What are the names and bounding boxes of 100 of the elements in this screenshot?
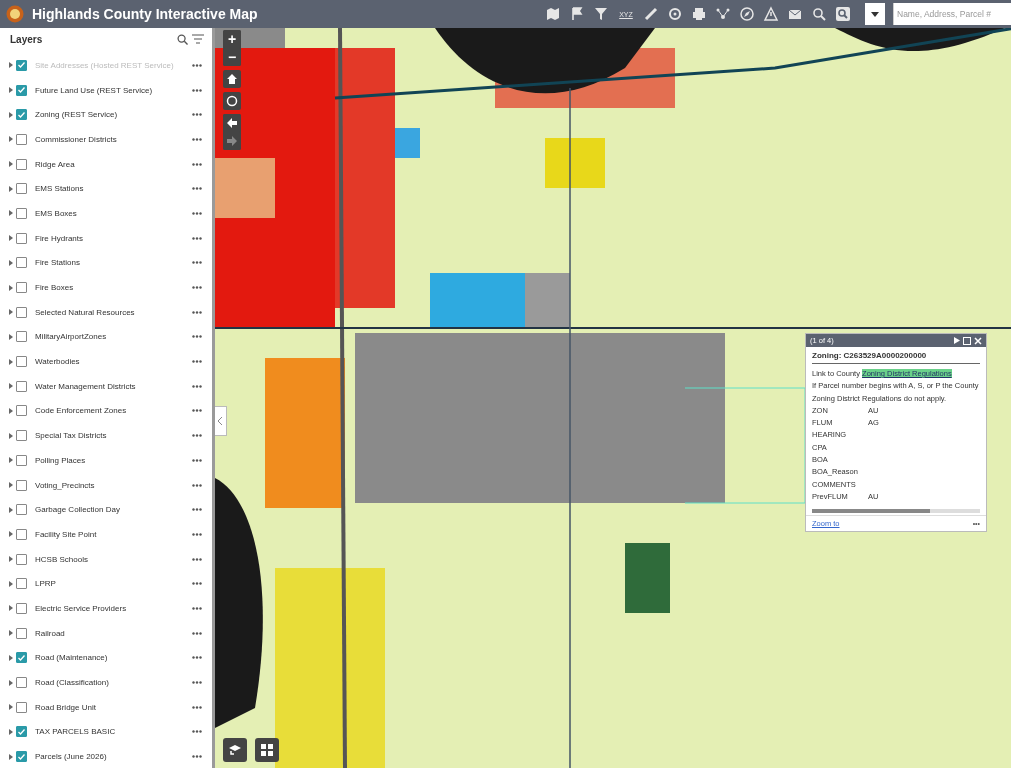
grid-button[interactable] [255, 738, 279, 762]
close-button[interactable] [974, 336, 982, 345]
expand-caret-icon[interactable] [9, 482, 13, 489]
more-options-icon[interactable] [192, 508, 202, 512]
layer-checkbox[interactable] [16, 454, 27, 466]
layer-checkbox[interactable] [16, 430, 27, 442]
layer-checkbox[interactable] [16, 331, 27, 343]
more-options-icon[interactable] [192, 236, 202, 240]
home-button[interactable] [223, 70, 241, 88]
expand-caret-icon[interactable] [9, 161, 13, 168]
expand-caret-icon[interactable] [9, 87, 13, 94]
more-options-icon[interactable] [192, 730, 202, 734]
expand-caret-icon[interactable] [9, 210, 13, 217]
expand-caret-icon[interactable] [9, 259, 13, 266]
more-options-icon[interactable] [192, 483, 202, 487]
layer-checkbox[interactable] [16, 405, 27, 417]
expand-caret-icon[interactable] [9, 309, 13, 316]
expand-caret-icon[interactable] [9, 654, 13, 661]
layer-checkbox[interactable] [16, 158, 27, 170]
more-options-icon[interactable] [192, 532, 202, 536]
expand-caret-icon[interactable] [9, 506, 13, 513]
expand-caret-icon[interactable] [9, 284, 13, 291]
layer-checkbox[interactable] [16, 183, 27, 195]
expand-caret-icon[interactable] [9, 580, 13, 587]
basemap-button[interactable] [223, 738, 247, 762]
expand-caret-icon[interactable] [9, 531, 13, 538]
expand-caret-icon[interactable] [9, 383, 13, 390]
layer-checkbox[interactable] [16, 627, 27, 639]
layer-checkbox[interactable] [16, 380, 27, 392]
layer-checkbox[interactable] [16, 602, 27, 614]
more-options-icon[interactable] [192, 458, 202, 462]
maximize-button[interactable] [963, 336, 971, 345]
expand-caret-icon[interactable] [9, 358, 13, 365]
more-options-icon[interactable] [192, 137, 202, 141]
layer-checkbox[interactable] [16, 84, 27, 96]
layer-checkbox[interactable] [16, 207, 27, 219]
layer-checkbox[interactable] [16, 282, 27, 294]
layer-checkbox[interactable] [16, 578, 27, 590]
more-options-icon[interactable] [192, 310, 202, 314]
expand-caret-icon[interactable] [9, 630, 13, 637]
layer-checkbox[interactable] [16, 726, 27, 738]
search-field[interactable]: Name, Address, Parcel # [893, 3, 1011, 25]
more-options-icon[interactable] [192, 360, 202, 364]
expand-caret-icon[interactable] [9, 605, 13, 612]
expand-caret-icon[interactable] [9, 432, 13, 439]
expand-caret-icon[interactable] [9, 753, 13, 760]
search-icon[interactable] [833, 4, 853, 24]
layer-checkbox[interactable] [16, 504, 27, 516]
alert-icon[interactable] [761, 4, 781, 24]
layer-checkbox[interactable] [16, 553, 27, 565]
layer-checkbox[interactable] [16, 257, 27, 269]
more-options-icon[interactable] [192, 656, 202, 660]
layer-checkbox[interactable] [16, 701, 27, 713]
more-options-icon[interactable] [192, 261, 202, 265]
expand-caret-icon[interactable] [9, 679, 13, 686]
more-options-icon[interactable] [192, 681, 202, 685]
more-options-icon[interactable] [192, 88, 202, 92]
expand-caret-icon[interactable] [9, 407, 13, 414]
more-options-icon[interactable] [192, 63, 202, 67]
layer-checkbox[interactable] [16, 133, 27, 145]
expand-caret-icon[interactable] [9, 111, 13, 118]
layer-checkbox[interactable] [16, 356, 27, 368]
expand-caret-icon[interactable] [9, 235, 13, 242]
more-options-icon[interactable] [192, 409, 202, 413]
search-icon[interactable] [177, 34, 188, 45]
layer-checkbox[interactable] [16, 751, 27, 763]
dropdown-button[interactable] [865, 3, 885, 25]
expand-caret-icon[interactable] [9, 457, 13, 464]
layer-checkbox[interactable] [16, 528, 27, 540]
collapse-panel-button[interactable] [215, 406, 227, 436]
compass-icon[interactable] [737, 4, 757, 24]
expand-caret-icon[interactable] [9, 728, 13, 735]
more-options-icon[interactable] [192, 113, 202, 117]
layer-checkbox[interactable] [16, 652, 27, 664]
layer-checkbox[interactable] [16, 109, 27, 121]
expand-caret-icon[interactable] [9, 704, 13, 711]
more-options-icon[interactable] [192, 335, 202, 339]
more-options-icon[interactable] [192, 286, 202, 290]
expand-caret-icon[interactable] [9, 556, 13, 563]
layer-checkbox[interactable] [16, 677, 27, 689]
locate-button[interactable] [223, 92, 241, 110]
more-options-icon[interactable] [192, 631, 202, 635]
next-button[interactable] [954, 337, 960, 344]
more-options-icon[interactable] [192, 162, 202, 166]
more-options-icon[interactable] [192, 582, 202, 586]
more-options-icon[interactable] [192, 705, 202, 709]
layer-checkbox[interactable] [16, 479, 27, 491]
more-options-icon[interactable] [192, 211, 202, 215]
more-options-icon[interactable] [192, 384, 202, 388]
expand-caret-icon[interactable] [9, 62, 13, 69]
expand-caret-icon[interactable] [9, 333, 13, 340]
expand-caret-icon[interactable] [9, 185, 13, 192]
more-options-icon[interactable] [192, 606, 202, 610]
layer-checkbox[interactable] [16, 306, 27, 318]
more-options-icon[interactable] [192, 187, 202, 191]
layer-checkbox[interactable] [16, 232, 27, 244]
more-options-icon[interactable] [192, 557, 202, 561]
more-options-icon[interactable] [192, 755, 202, 759]
more-options-icon[interactable] [192, 434, 202, 438]
expand-caret-icon[interactable] [9, 136, 13, 143]
